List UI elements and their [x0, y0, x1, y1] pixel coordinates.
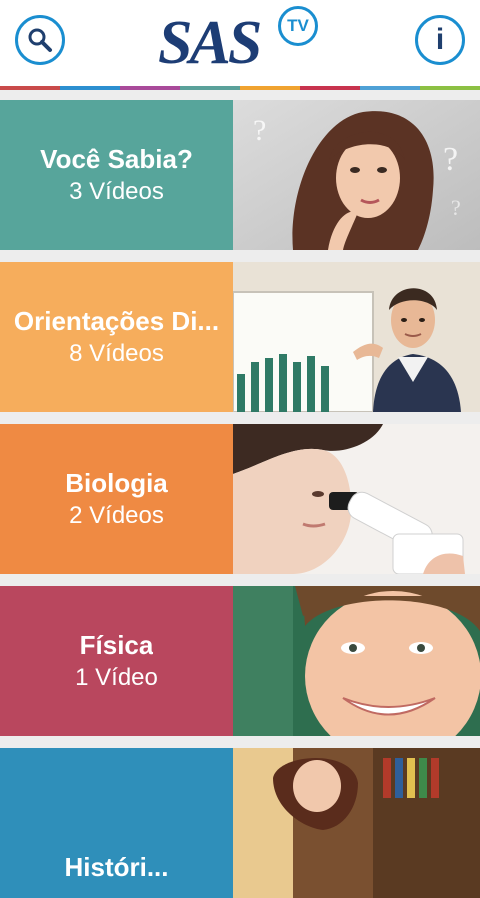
app-header: SAS TV i — [0, 0, 480, 86]
svg-text:?: ? — [253, 114, 266, 147]
card-photo-library-student — [233, 748, 480, 898]
category-card-fisica[interactable]: Física 1 Vídeo — [0, 586, 480, 736]
category-card-orientacoes[interactable]: Orientações Di... 8 Vídeos — [0, 262, 480, 412]
card-text-panel: Biologia 2 Vídeos — [0, 424, 233, 574]
card-video-count: 3 Vídeos — [69, 178, 164, 205]
card-text-panel: Orientações Di... 8 Vídeos — [0, 262, 233, 412]
card-video-count: 2 Vídeos — [69, 502, 164, 529]
card-photo-teacher-chart — [233, 262, 480, 412]
card-text-panel: Históri... — [0, 748, 233, 898]
card-title: Biologia — [65, 468, 168, 498]
logo-tv-badge: TV — [278, 6, 318, 46]
search-icon — [28, 28, 52, 52]
color-strip-segment — [0, 86, 60, 90]
color-strip-segment — [420, 86, 480, 90]
svg-text:?: ? — [443, 141, 458, 178]
card-video-count: 1 Vídeo — [75, 664, 158, 691]
category-card-biologia[interactable]: Biologia 2 Vídeos — [0, 424, 480, 574]
color-strip-segment — [300, 86, 360, 90]
logo-text: SAS — [158, 9, 262, 77]
card-title: Física — [79, 630, 154, 660]
card-title: Você Sabia? — [40, 144, 193, 174]
color-strip-segment — [240, 86, 300, 90]
color-strip-segment — [60, 86, 120, 90]
category-card-historia[interactable]: Históri... — [0, 748, 480, 898]
card-photo-microscope — [233, 424, 480, 574]
color-strip-segment — [180, 86, 240, 90]
card-text-panel: Você Sabia? 3 Vídeos — [0, 100, 233, 250]
card-photo-smiling-student — [233, 586, 480, 736]
sas-tv-logo: SAS TV — [158, 4, 324, 82]
info-button[interactable]: i — [415, 15, 465, 65]
search-button[interactable] — [15, 15, 65, 65]
card-title: Históri... — [64, 852, 169, 882]
card-photo-thinking-woman: ? ? ? — [233, 100, 480, 250]
card-text-panel: Física 1 Vídeo — [0, 586, 233, 736]
svg-text:?: ? — [451, 195, 461, 220]
color-strip-segment — [360, 86, 420, 90]
info-icon: i — [435, 23, 445, 56]
category-card-voce-sabia[interactable]: Você Sabia? 3 Vídeos ? ? ? — [0, 100, 480, 250]
color-strip — [0, 86, 480, 90]
card-title: Orientações Di... — [13, 306, 220, 336]
color-strip-segment — [120, 86, 180, 90]
card-video-count: 8 Vídeos — [69, 340, 164, 367]
